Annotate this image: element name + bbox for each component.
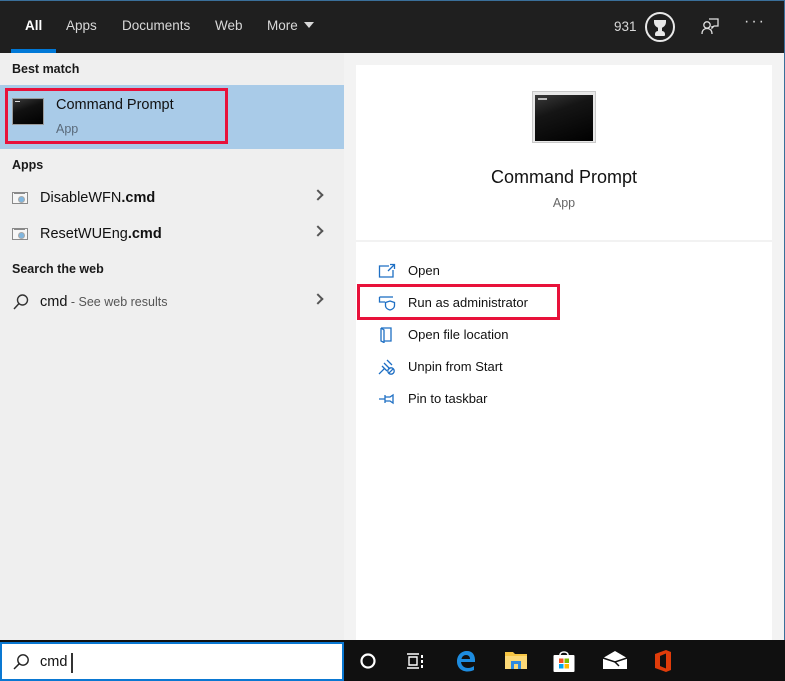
- more-options-button[interactable]: ···: [744, 13, 766, 31]
- store-icon: [553, 651, 575, 672]
- details-subtitle: App: [552, 196, 576, 210]
- tab-label: All: [25, 18, 43, 33]
- details-panel: Command Prompt App Open Run as administr…: [356, 65, 772, 640]
- action-open-file-location[interactable]: Open file location: [356, 320, 772, 350]
- web-result-label: cmd - See web results: [40, 294, 168, 310]
- tab-label: Documents: [122, 18, 191, 33]
- script-file-icon: [12, 228, 28, 240]
- store-button[interactable]: [541, 640, 587, 681]
- office-icon: [655, 650, 671, 672]
- tab-label: Apps: [66, 18, 97, 33]
- action-label: Open file location: [408, 327, 509, 342]
- search-icon: [13, 294, 29, 310]
- search-tab-bar: All Apps Documents Web More 931 ···: [0, 1, 785, 53]
- cortana-button[interactable]: [345, 640, 391, 681]
- edge-icon: [457, 651, 476, 672]
- app-result-resetwueng[interactable]: ResetWUEng.cmd: [0, 218, 344, 252]
- search-icon: [13, 654, 29, 670]
- panel-gap: [344, 53, 356, 640]
- highlight-box: [5, 88, 228, 144]
- file-location-icon: [380, 327, 392, 343]
- command-prompt-large-icon: [532, 91, 596, 143]
- tab-documents[interactable]: Documents: [122, 1, 190, 53]
- tab-label: Web: [215, 18, 243, 33]
- task-view-icon: [407, 653, 423, 669]
- file-explorer-button[interactable]: [493, 640, 539, 681]
- folder-icon: [505, 652, 527, 669]
- action-unpin-from-start[interactable]: Unpin from Start: [356, 352, 772, 382]
- rewards-points: 931: [614, 19, 637, 34]
- best-match-heading: Best match: [12, 62, 80, 76]
- app-result-disablewfn[interactable]: DisableWFN.cmd: [0, 182, 344, 216]
- script-file-icon: [12, 192, 28, 204]
- feedback-icon[interactable]: [700, 17, 720, 37]
- text-cursor: [71, 653, 73, 673]
- action-label: Open: [408, 263, 440, 278]
- app-result-label: DisableWFN.cmd: [40, 190, 156, 206]
- edge-button[interactable]: [443, 640, 489, 681]
- chevron-right-icon[interactable]: [312, 293, 324, 305]
- best-match-command-prompt[interactable]: Command Prompt App: [0, 85, 344, 149]
- unpin-icon: [378, 359, 395, 375]
- search-input[interactable]: [40, 650, 320, 674]
- open-icon: [378, 263, 396, 278]
- windows-search-window: All Apps Documents Web More 931 ··· Best…: [0, 0, 785, 681]
- app-result-label: ResetWUEng.cmd: [40, 226, 162, 242]
- divider: [356, 240, 772, 242]
- shield-icon: [378, 296, 396, 311]
- action-run-as-administrator[interactable]: Run as administrator: [356, 288, 772, 318]
- cortana-icon: [360, 653, 376, 669]
- office-button[interactable]: [640, 640, 686, 681]
- web-search-result[interactable]: cmd - See web results: [0, 286, 344, 320]
- chevron-right-icon[interactable]: [312, 189, 324, 201]
- results-panel: Best match Command Prompt App Apps Disab…: [0, 53, 344, 640]
- caret-down-icon: [303, 22, 314, 29]
- action-label: Run as administrator: [408, 295, 528, 310]
- chevron-right-icon[interactable]: [312, 225, 324, 237]
- taskbar-search-box[interactable]: [0, 642, 344, 681]
- mail-button[interactable]: [591, 640, 637, 681]
- pin-icon: [379, 393, 394, 405]
- apps-heading: Apps: [12, 158, 44, 172]
- tab-more[interactable]: More: [267, 1, 314, 53]
- tab-label: More: [267, 18, 298, 33]
- search-web-heading: Search the web: [12, 262, 104, 276]
- details-title: Command Prompt: [490, 167, 638, 187]
- action-label: Unpin from Start: [408, 359, 503, 374]
- action-open[interactable]: Open: [356, 256, 772, 286]
- tab-all[interactable]: All: [10, 1, 57, 53]
- action-label: Pin to taskbar: [408, 391, 488, 406]
- trophy-icon[interactable]: [645, 12, 675, 42]
- task-view-button[interactable]: [393, 640, 439, 681]
- mail-icon: [602, 651, 628, 669]
- tab-apps[interactable]: Apps: [66, 1, 97, 53]
- action-pin-to-taskbar[interactable]: Pin to taskbar: [356, 384, 772, 414]
- tab-web[interactable]: Web: [215, 1, 243, 53]
